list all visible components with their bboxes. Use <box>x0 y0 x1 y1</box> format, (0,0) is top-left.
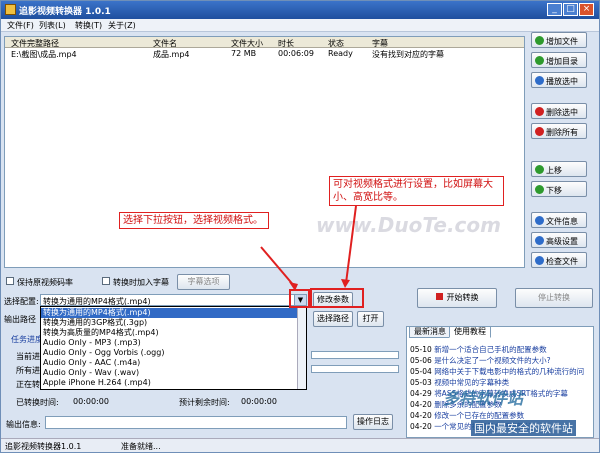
arrow-left-head <box>289 282 298 291</box>
status-state: 准备就绪... <box>121 442 161 451</box>
arrow-right-line <box>345 205 357 284</box>
status-app: 追影视频转换器1.0.1 <box>5 442 82 451</box>
arrow-left-line <box>260 246 296 288</box>
arrow-right-head <box>341 279 350 288</box>
status-bar: 追影视频转换器1.0.1 准备就绪... <box>1 438 599 452</box>
annotation-arrows <box>260 205 357 291</box>
app-window: 追影视频转换器 1.0.1 _ □ × 文件(F) 列表(L) 转换(T) 关于… <box>0 0 600 453</box>
